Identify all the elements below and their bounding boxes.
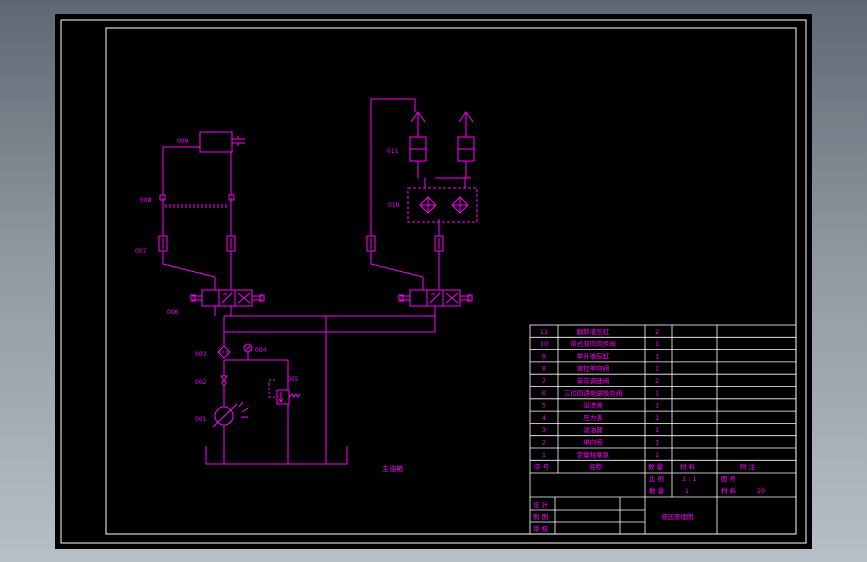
row-no: 10 [540, 340, 548, 348]
inner-frame [105, 27, 797, 535]
check-valve-002 [220, 375, 228, 381]
row-name: 压力表 [583, 413, 603, 422]
row-name: 溢流阀 [583, 401, 603, 410]
label-002: 002 [195, 379, 207, 386]
row-name: 单向调速阀 [577, 376, 610, 385]
hydraulic-schematic: 001 002 003 004 005 006 007 008 009 010 … [60, 19, 807, 544]
label-003: 003 [195, 351, 207, 358]
designed-label: 设 计 [533, 500, 549, 509]
drawn-label: 制 图 [533, 512, 548, 521]
header-name: 名称 [589, 462, 603, 471]
header-material: 材 料 [680, 462, 696, 471]
drawing-viewport[interactable]: 001 002 003 004 005 006 007 008 009 010 … [55, 14, 812, 549]
material-value: 20 [757, 487, 765, 495]
material-label: 材 料 [721, 486, 737, 495]
label-008: 008 [140, 197, 152, 204]
label-009: 009 [177, 138, 189, 145]
row-no: 3 [542, 426, 546, 434]
header-remark: 附 注 [740, 462, 756, 471]
drawing-title: 液压原理图 [661, 512, 694, 521]
label-006: 006 [167, 309, 179, 316]
row-name: 滤油器 [583, 425, 603, 434]
scale-value: 1 : 1 [682, 475, 697, 483]
checked-label: 审 核 [533, 524, 549, 533]
row-no: 6 [542, 389, 546, 397]
row-name: 翻转液压缸 [577, 327, 610, 336]
row-no: 11 [540, 328, 548, 336]
row-qty: 2 [655, 377, 659, 385]
row-qty: 1 [655, 439, 659, 447]
row-name: 三位四通电磁换向阀 [564, 388, 623, 397]
row-name: 单向阀 [583, 438, 603, 447]
parts-table-grid [529, 324, 797, 535]
header-qty: 数 量 [648, 462, 664, 471]
row-no: 5 [542, 402, 546, 410]
tank-label: 主油箱 [382, 464, 403, 473]
row-name: 定量柱塞泵 [577, 450, 610, 459]
row-qty: 1 [655, 389, 659, 397]
row-qty: 1 [655, 352, 659, 360]
label-010: 010 [388, 202, 400, 209]
label-011: 011 [387, 148, 399, 155]
header-no: 序 号 [534, 462, 550, 471]
row-qty: 1 [655, 414, 659, 422]
row-name: 液控单向阀 [577, 364, 610, 373]
row-qty: 2 [655, 328, 659, 336]
row-qty: 1 [655, 340, 659, 348]
label-001: 001 [195, 416, 207, 423]
row-no: 4 [542, 414, 546, 422]
label-004: 004 [255, 347, 267, 354]
relief-valve-005 [276, 389, 290, 405]
qty-label: 数 量 [649, 486, 665, 495]
row-qty: 1 [655, 365, 659, 373]
row-qty: 1 [655, 426, 659, 434]
row-no: 7 [542, 377, 546, 385]
row-qty: 1 [655, 451, 659, 459]
row-no: 2 [542, 439, 546, 447]
circuit-lines [158, 98, 478, 465]
row-no: 8 [542, 365, 546, 373]
label-005: 005 [287, 376, 299, 383]
drawing-no-label: 图 号 [721, 475, 737, 483]
row-name: 带式双向同步阀 [570, 339, 616, 348]
row-no: 9 [542, 352, 546, 360]
cylinder-009 [199, 131, 233, 153]
label-007: 007 [135, 248, 147, 255]
scale-label: 比 例 [649, 474, 664, 483]
row-name: 举升液压缸 [577, 351, 610, 360]
parts-list: 11 翻转液压缸 210 带式双向同步阀 19 举升液压缸 18 液控单向阀 17 单向调速阀 26… [530, 327, 796, 461]
row-no: 1 [542, 451, 546, 459]
qty-value: 1 [685, 487, 689, 495]
row-qty: 1 [655, 402, 659, 410]
